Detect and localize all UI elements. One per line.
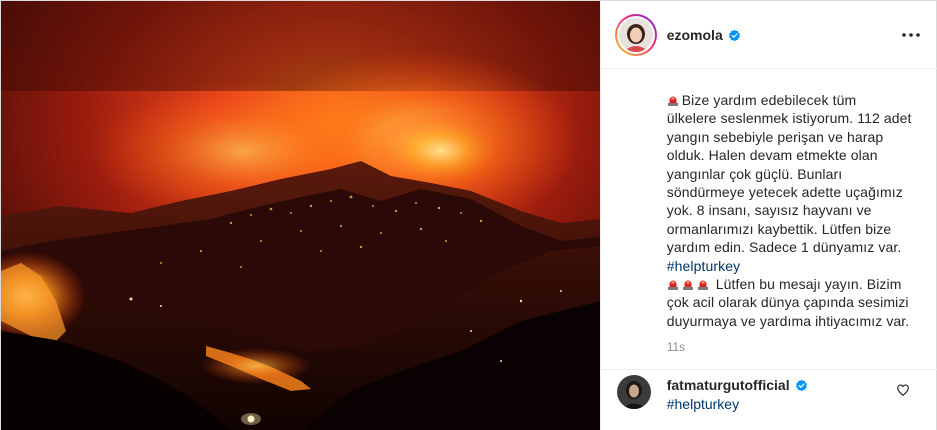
wildfire-photo [1, 1, 600, 430]
comment-hashtag-link[interactable]: #helpturkey [667, 396, 739, 412]
commenter-avatar[interactable] [616, 375, 651, 409]
caption-line: yangınlar çok güçlü. Bunları [666, 165, 843, 182]
post-details-panel: ezomola Bize yardım edebilecek tüm ülkel… [599, 1, 937, 430]
police-light-emoji [667, 280, 678, 291]
caption-line: söndürmeye yetecek adette uçağımız [666, 184, 903, 201]
comment-row: fatmaturgutofficial #helpturkey [600, 369, 937, 430]
caption-line: olduk. Halen devam etmekte olan [666, 147, 878, 164]
author-username[interactable]: ezomola [667, 27, 741, 43]
caption-line: duyurmaya ve yardıma ihtiyacımız var. [666, 312, 910, 329]
caption-line: Bize yardım edebilecek tüm [667, 91, 929, 109]
post-header: ezomola [600, 1, 937, 69]
post-photo[interactable] [1, 1, 600, 430]
verified-badge-icon [728, 29, 740, 41]
avatar-image [618, 17, 653, 52]
instagram-post: ezomola Bize yardım edebilecek tüm ülkel… [0, 0, 937, 430]
like-comment-button[interactable] [896, 383, 912, 399]
hashtag-link[interactable]: #helpturkey [667, 257, 929, 275]
commenter-username[interactable]: fatmaturgutofficial [667, 377, 808, 393]
police-lights-emoji-group [667, 275, 712, 293]
heart-icon [896, 384, 909, 396]
post-caption: Bize yardım edebilecek tüm ülkelere sesl… [667, 91, 929, 330]
caption-line: Lütfen bu mesajı yayın. Bizim [667, 275, 929, 293]
author-avatar[interactable] [614, 13, 657, 56]
caption-line: yok. 8 insanı, sayısız hayvanı ve [666, 202, 872, 219]
police-light-emoji [667, 96, 678, 106]
police-light-emoji [697, 280, 708, 291]
more-options-button[interactable] [900, 25, 922, 45]
police-light-emoji [682, 280, 693, 291]
caption-line: yardım edin. Sadece 1 dünyamız var. [666, 239, 902, 256]
post-timestamp[interactable]: 11s [667, 340, 685, 354]
caption-line: ülkelere seslenmek istiyorum. 112 adet [666, 110, 912, 127]
caption-line: ormanlarımızı kaybettik. Lütfen bize [666, 220, 892, 237]
caption-line: çok acil olarak dünya çapında sesimizi [666, 294, 909, 311]
caption-scroll-area[interactable]: Bize yardım edebilecek tüm ülkelere sesl… [601, 69, 937, 369]
caption-line: yangın sebebiyle perişan ve harap [666, 128, 884, 145]
more-options-icon [901, 33, 920, 37]
verified-badge-icon [795, 379, 807, 392]
